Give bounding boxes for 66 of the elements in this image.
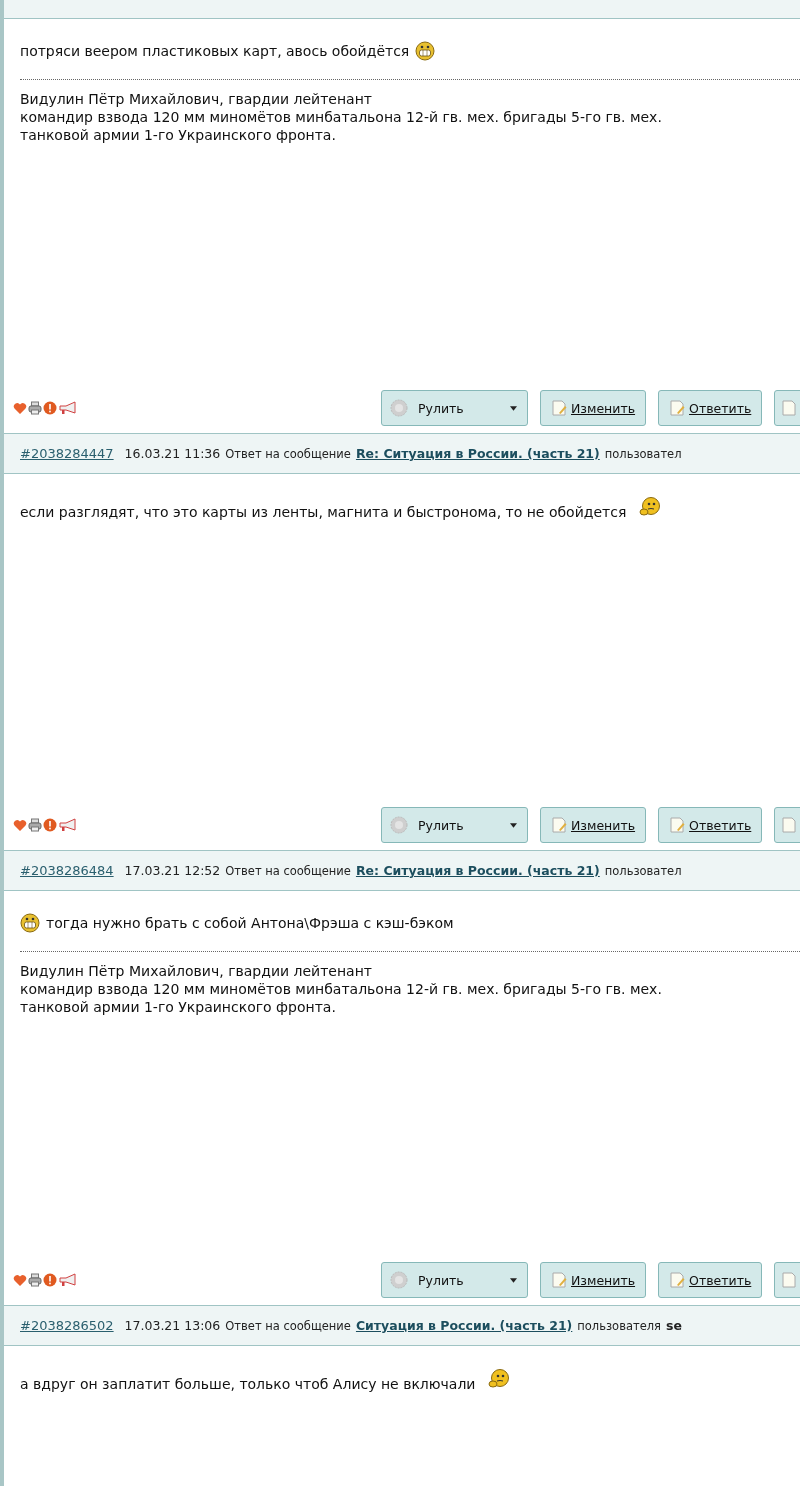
note-icon [551, 1272, 567, 1288]
printer-icon[interactable] [28, 818, 42, 832]
user-text: пользователя [577, 1318, 661, 1333]
reply-text: Ответ на сообщение [225, 446, 351, 461]
topic-link[interactable]: Re: Ситуация в России. (часть 21) [355, 863, 600, 878]
note-icon [669, 400, 686, 416]
gear-icon [390, 816, 408, 834]
note-icon [669, 817, 686, 833]
signature-line: Видулин Пётр Михайлович, гвардии лейтенант [20, 962, 373, 980]
signature-line: командир взвода 120 мм миномётов минбатальона 12-й гв. мех. бригады 5-го гв. мех. [20, 108, 663, 126]
rate-dropdown-button[interactable]: Рулить [381, 1262, 528, 1298]
action-button[interactable]: Изменить [540, 390, 647, 426]
megaphone-icon[interactable] [58, 401, 78, 415]
topic-link[interactable]: Re: Ситуация в России. (часть 21) [355, 446, 600, 461]
user-name[interactable]: se [666, 1318, 682, 1333]
signature-line: танковой армии 1-го Украинского фронта. [20, 998, 337, 1016]
warning-icon[interactable] [43, 818, 57, 832]
note-icon [781, 1272, 798, 1288]
message-text: а вдруг он заплатит больше, только чтоб Алису не включали [20, 1375, 476, 1394]
action-button[interactable]: Ответить [658, 1262, 763, 1298]
thinking-smiley-icon [638, 496, 663, 518]
post-date: 17.03.21 12:52 [124, 863, 221, 878]
note-icon [551, 400, 567, 416]
action-button[interactable]: Ответить [658, 390, 763, 426]
action-button[interactable]: Ответить [658, 807, 763, 843]
note-icon [781, 400, 798, 416]
post-number-link[interactable]: #2038286484 [20, 863, 114, 878]
caret-icon [510, 1277, 517, 1283]
gear-icon [390, 399, 408, 417]
reply-text: Ответ на сообщение [225, 1318, 351, 1333]
message-text: потряси веером пластиковых карт, авось обойдётся [20, 42, 410, 61]
note-icon [669, 1272, 686, 1288]
thinking-smiley-icon [487, 1368, 512, 1390]
post-number-link[interactable]: #2038286502 [20, 1318, 114, 1333]
signature-line: командир взвода 120 мм миномётов минбатальона 12-й гв. мех. бригады 5-го гв. мех. [20, 980, 663, 998]
user-text: пользовател [604, 446, 682, 461]
signature-line: Видулин Пётр Михайлович, гвардии лейтенант [20, 90, 373, 108]
topic-link[interactable]: Ситуация в России. (часть 21) [355, 1318, 573, 1333]
printer-icon[interactable] [28, 1273, 42, 1287]
warning-icon[interactable] [43, 401, 57, 415]
note-icon [781, 817, 798, 833]
note-icon [551, 817, 567, 833]
action-button[interactable]: Изменить [540, 807, 647, 843]
grin-smiley-icon [20, 913, 40, 933]
grin-smiley-icon [415, 41, 436, 61]
signature-line: танковой армии 1-го Украинского фронта. [20, 126, 337, 144]
action-button[interactable]: Изменить [540, 1262, 647, 1298]
reply-text: Ответ на сообщение [225, 863, 351, 878]
post-date: 16.03.21 11:36 [124, 446, 221, 461]
heart-icon[interactable] [13, 401, 27, 415]
message-text: тогда нужно брать с собой Антона\Фрэша с кэш-бэком [46, 914, 454, 933]
rate-dropdown-button[interactable]: Рулить [381, 390, 528, 426]
post-date: 17.03.21 13:06 [124, 1318, 221, 1333]
gear-icon [390, 1271, 408, 1289]
heart-icon[interactable] [13, 1273, 27, 1287]
megaphone-icon[interactable] [58, 1273, 78, 1287]
user-text: пользовател [604, 863, 682, 878]
post-number-link[interactable]: #2038284447 [20, 446, 114, 461]
warning-icon[interactable] [43, 1273, 57, 1287]
rate-dropdown-button[interactable]: Рулить [381, 807, 528, 843]
printer-icon[interactable] [28, 401, 42, 415]
caret-icon [510, 822, 517, 828]
megaphone-icon[interactable] [58, 818, 78, 832]
heart-icon[interactable] [13, 818, 27, 832]
caret-icon [510, 405, 517, 411]
message-text: если разглядят, что это карты из ленты, магнита и быстронома, то не обойдется [20, 503, 627, 522]
